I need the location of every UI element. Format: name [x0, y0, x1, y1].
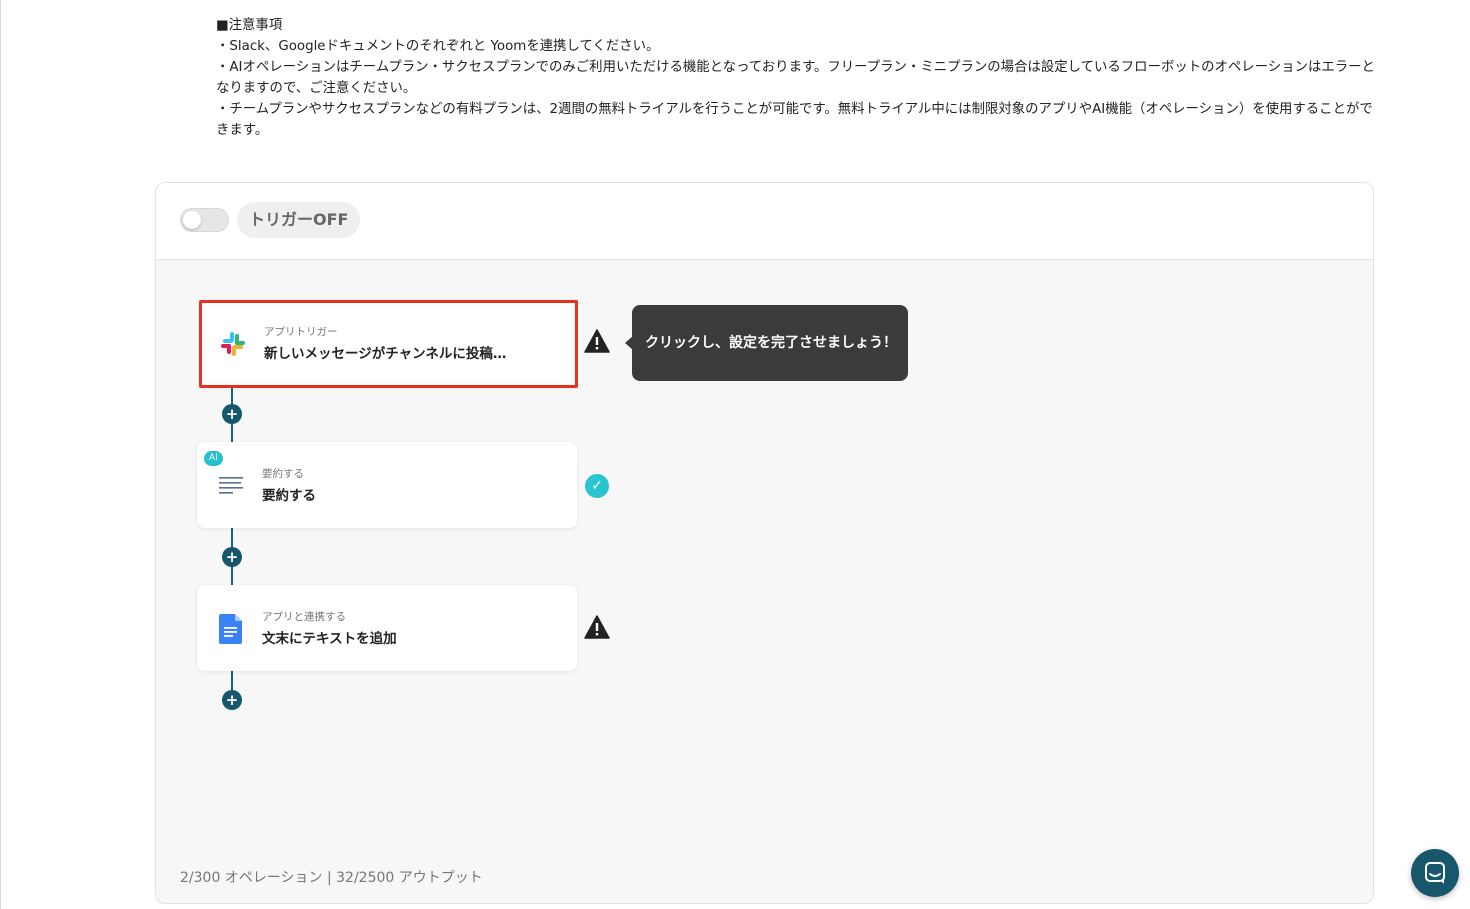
step-ai-summarize[interactable]: AI 要約する 要約する: [197, 442, 577, 528]
notes-line-3: ・チームプランやサクセスプランなどの有料プランは、2週間の無料トライアルを行うこ…: [216, 102, 1373, 138]
warning-icon: [584, 615, 610, 639]
summary-lines-icon: [217, 474, 245, 502]
trigger-toggle[interactable]: [180, 208, 229, 232]
usage-stats: 2/300 オペレーション | 32/2500 アウトプット: [180, 870, 483, 886]
step-title: 新しいメッセージがチャンネルに投稿…: [264, 346, 507, 362]
step-type-label: アプリトリガー: [264, 326, 338, 338]
add-step-button[interactable]: +: [222, 547, 242, 567]
page-left-border: [0, 0, 1, 909]
chat-button[interactable]: [1411, 849, 1459, 897]
step-title: 要約する: [262, 488, 316, 504]
setup-tooltip: クリックし、設定を完了させましょう！: [632, 305, 908, 381]
check-icon: ✓: [585, 474, 609, 498]
notes-line-2: ・AIオペレーションはチームプラン・サクセスプランでのみご利用いただける機能とな…: [216, 60, 1375, 96]
step-google-docs-append[interactable]: アプリと連携する 文末にテキストを追加: [197, 585, 577, 671]
notes-section: ■注意事項 ・Slack、Googleドキュメントのそれぞれと Yoomを連携し…: [216, 15, 1376, 141]
warning-icon: [584, 329, 610, 353]
chat-icon: [1425, 862, 1445, 884]
notes-line-1: ・Slack、Googleドキュメントのそれぞれと Yoomを連携してください。: [216, 39, 660, 54]
step-type-label: アプリと連携する: [262, 611, 346, 623]
add-step-button[interactable]: +: [222, 404, 242, 424]
add-step-button[interactable]: +: [222, 690, 242, 710]
step-app-trigger[interactable]: アプリトリガー 新しいメッセージがチャンネルに投稿…: [199, 300, 578, 388]
notes-heading: ■注意事項: [216, 18, 283, 33]
google-docs-icon: [219, 614, 247, 644]
toggle-knob: [183, 211, 201, 229]
flow-connector: [231, 671, 233, 691]
step-title: 文末にテキストを追加: [262, 631, 397, 647]
flowbot-panel: トリガーOFF: [155, 182, 1374, 904]
trigger-status-label: トリガーOFF: [237, 202, 361, 238]
step-type-label: 要約する: [262, 468, 304, 480]
flowbot-header: トリガーOFF: [156, 183, 1373, 260]
ai-badge: AI: [204, 451, 223, 466]
slack-icon: [219, 330, 247, 358]
